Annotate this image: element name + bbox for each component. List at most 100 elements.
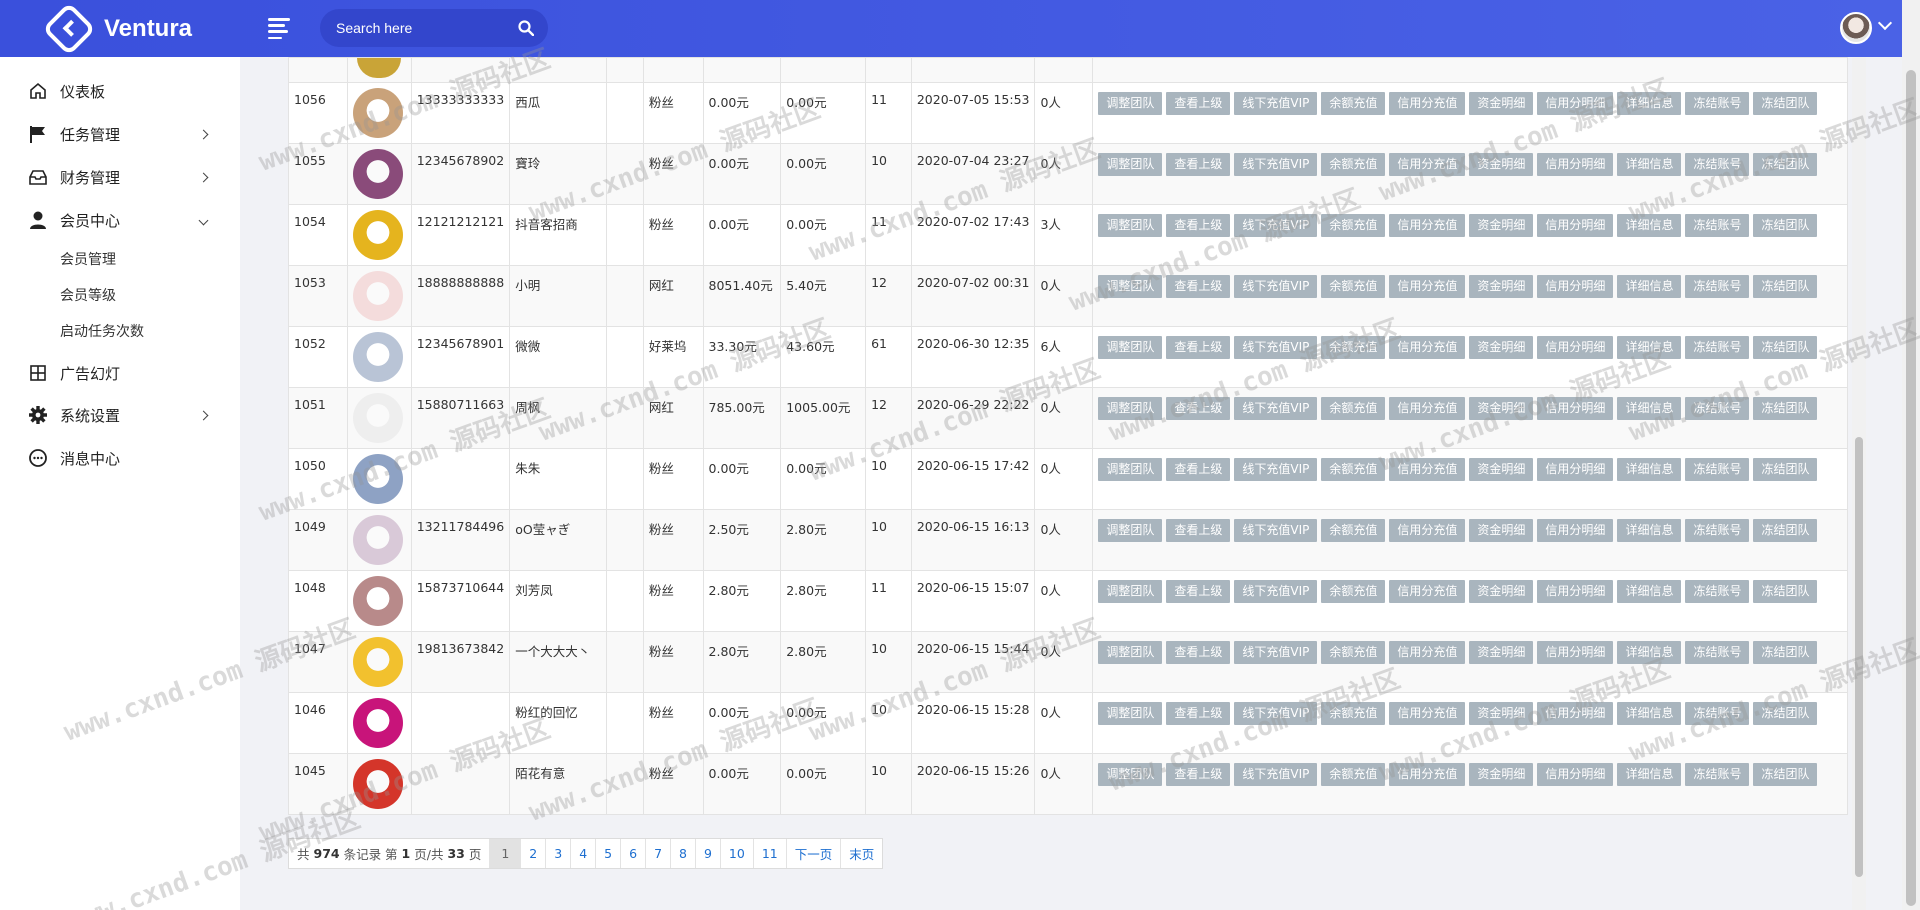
action-button[interactable]: 资金明细 bbox=[1469, 214, 1534, 237]
action-button[interactable]: 查看上级 bbox=[1166, 641, 1231, 664]
action-button[interactable]: 查看上级 bbox=[1166, 275, 1231, 298]
action-button[interactable]: 调整团队 bbox=[1098, 580, 1163, 603]
team-count-link[interactable]: 6人 bbox=[1034, 326, 1094, 388]
action-button[interactable]: 冻结团队 bbox=[1753, 580, 1818, 603]
action-button[interactable]: 信用分明细 bbox=[1537, 519, 1614, 542]
action-button[interactable]: 信用分明细 bbox=[1537, 702, 1614, 725]
action-button[interactable]: 详细信息 bbox=[1617, 275, 1682, 298]
action-button[interactable]: 冻结团队 bbox=[1753, 397, 1818, 420]
action-button[interactable]: 冻结账号 bbox=[1685, 397, 1750, 420]
action-button[interactable]: 调整团队 bbox=[1098, 397, 1163, 420]
sidebar-subitem-member-level[interactable]: 会员等级 bbox=[60, 285, 116, 305]
action-button[interactable]: 信用分充值 bbox=[1389, 275, 1466, 298]
action-button[interactable]: 资金明细 bbox=[1469, 397, 1534, 420]
action-button[interactable]: 信用分充值 bbox=[1389, 214, 1466, 237]
team-count-link[interactable]: 0人 bbox=[1034, 265, 1094, 327]
chevron-down-icon[interactable] bbox=[1877, 15, 1893, 31]
action-button[interactable]: 线下充值VIP bbox=[1234, 702, 1318, 725]
page-9[interactable]: 9 bbox=[696, 839, 721, 868]
sidebar-item-dashboard[interactable]: 仪表板 bbox=[0, 73, 240, 109]
action-button[interactable]: 余额充值 bbox=[1321, 580, 1386, 603]
action-button[interactable]: 查看上级 bbox=[1166, 92, 1231, 115]
action-button[interactable]: 线下充值VIP bbox=[1234, 397, 1318, 420]
action-button[interactable]: 线下充值VIP bbox=[1234, 641, 1318, 664]
action-button[interactable]: 调整团队 bbox=[1098, 702, 1163, 725]
menu-toggle-icon[interactable] bbox=[268, 18, 290, 40]
action-button[interactable]: 调整团队 bbox=[1098, 214, 1163, 237]
search-input[interactable] bbox=[320, 9, 500, 47]
action-button[interactable]: 线下充值VIP bbox=[1234, 153, 1318, 176]
action-button[interactable]: 信用分明细 bbox=[1537, 458, 1614, 481]
action-button[interactable]: 详细信息 bbox=[1617, 336, 1682, 359]
action-button[interactable]: 查看上级 bbox=[1166, 458, 1231, 481]
action-button[interactable]: 查看上级 bbox=[1166, 763, 1231, 786]
team-count-link[interactable]: 0人 bbox=[1034, 448, 1094, 510]
action-button[interactable]: 信用分充值 bbox=[1389, 153, 1466, 176]
action-button[interactable]: 信用分明细 bbox=[1537, 275, 1614, 298]
action-button[interactable]: 调整团队 bbox=[1098, 458, 1163, 481]
action-button[interactable]: 调整团队 bbox=[1098, 641, 1163, 664]
action-button[interactable]: 余额充值 bbox=[1321, 275, 1386, 298]
page-4[interactable]: 4 bbox=[571, 839, 597, 868]
action-button[interactable]: 查看上级 bbox=[1166, 519, 1231, 542]
action-button[interactable]: 信用分明细 bbox=[1537, 641, 1614, 664]
last-page-link[interactable]: 末页 bbox=[841, 839, 882, 868]
action-button[interactable]: 余额充值 bbox=[1321, 702, 1386, 725]
action-button[interactable]: 余额充值 bbox=[1321, 397, 1386, 420]
page-6[interactable]: 6 bbox=[621, 839, 647, 868]
action-button[interactable]: 余额充值 bbox=[1321, 458, 1386, 481]
action-button[interactable]: 冻结团队 bbox=[1753, 763, 1818, 786]
action-button[interactable]: 信用分充值 bbox=[1389, 763, 1466, 786]
page-1[interactable]: 1 bbox=[490, 839, 522, 868]
action-button[interactable]: 信用分明细 bbox=[1537, 580, 1614, 603]
team-count-link[interactable]: 0人 bbox=[1034, 143, 1094, 205]
action-button[interactable]: 冻结账号 bbox=[1685, 92, 1750, 115]
action-button[interactable]: 余额充值 bbox=[1321, 519, 1386, 542]
sidebar-subitem-task-count[interactable]: 启动任务次数 bbox=[60, 321, 144, 341]
action-button[interactable]: 线下充值VIP bbox=[1234, 763, 1318, 786]
action-button[interactable]: 信用分明细 bbox=[1537, 336, 1614, 359]
action-button[interactable]: 余额充值 bbox=[1321, 641, 1386, 664]
action-button[interactable]: 查看上级 bbox=[1166, 397, 1231, 420]
logo[interactable]: Ventura bbox=[42, 2, 192, 56]
next-page-link[interactable]: 下一页 bbox=[787, 839, 842, 868]
sidebar-item-settings[interactable]: 系统设置 bbox=[0, 397, 240, 433]
sidebar-item-finance[interactable]: 财务管理 bbox=[0, 159, 240, 195]
action-button[interactable]: 资金明细 bbox=[1469, 458, 1534, 481]
action-button[interactable]: 调整团队 bbox=[1098, 275, 1163, 298]
action-button[interactable]: 冻结账号 bbox=[1685, 153, 1750, 176]
page-scrollbar[interactable] bbox=[1902, 0, 1920, 910]
team-count-link[interactable]: 0人 bbox=[1034, 82, 1094, 144]
action-button[interactable]: 冻结账号 bbox=[1685, 763, 1750, 786]
team-count-link[interactable]: 0人 bbox=[1034, 387, 1094, 449]
action-button[interactable]: 冻结团队 bbox=[1753, 92, 1818, 115]
action-button[interactable]: 信用分明细 bbox=[1537, 214, 1614, 237]
page-3[interactable]: 3 bbox=[546, 839, 572, 868]
team-count-link[interactable]: 0人 bbox=[1034, 692, 1094, 754]
action-button[interactable]: 冻结账号 bbox=[1685, 702, 1750, 725]
page-7[interactable]: 7 bbox=[646, 839, 672, 868]
action-button[interactable]: 线下充值VIP bbox=[1234, 336, 1318, 359]
action-button[interactable]: 余额充值 bbox=[1321, 153, 1386, 176]
action-button[interactable]: 资金明细 bbox=[1469, 336, 1534, 359]
action-button[interactable]: 线下充值VIP bbox=[1234, 92, 1318, 115]
team-count-link[interactable]: 0人 bbox=[1034, 631, 1094, 693]
action-button[interactable]: 详细信息 bbox=[1617, 702, 1682, 725]
action-button[interactable]: 余额充值 bbox=[1321, 336, 1386, 359]
action-button[interactable]: 冻结账号 bbox=[1685, 214, 1750, 237]
action-button[interactable]: 信用分明细 bbox=[1537, 153, 1614, 176]
action-button[interactable]: 详细信息 bbox=[1617, 92, 1682, 115]
action-button[interactable]: 信用分明细 bbox=[1537, 397, 1614, 420]
action-button[interactable]: 详细信息 bbox=[1617, 458, 1682, 481]
action-button[interactable]: 调整团队 bbox=[1098, 519, 1163, 542]
action-button[interactable]: 资金明细 bbox=[1469, 519, 1534, 542]
action-button[interactable]: 资金明细 bbox=[1469, 580, 1534, 603]
action-button[interactable]: 余额充值 bbox=[1321, 763, 1386, 786]
action-button[interactable]: 详细信息 bbox=[1617, 153, 1682, 176]
action-button[interactable]: 资金明细 bbox=[1469, 92, 1534, 115]
sidebar-item-ads[interactable]: 广告幻灯 bbox=[0, 355, 240, 391]
action-button[interactable]: 冻结账号 bbox=[1685, 275, 1750, 298]
action-button[interactable]: 信用分充值 bbox=[1389, 519, 1466, 542]
action-button[interactable]: 信用分充值 bbox=[1389, 641, 1466, 664]
action-button[interactable]: 冻结团队 bbox=[1753, 702, 1818, 725]
